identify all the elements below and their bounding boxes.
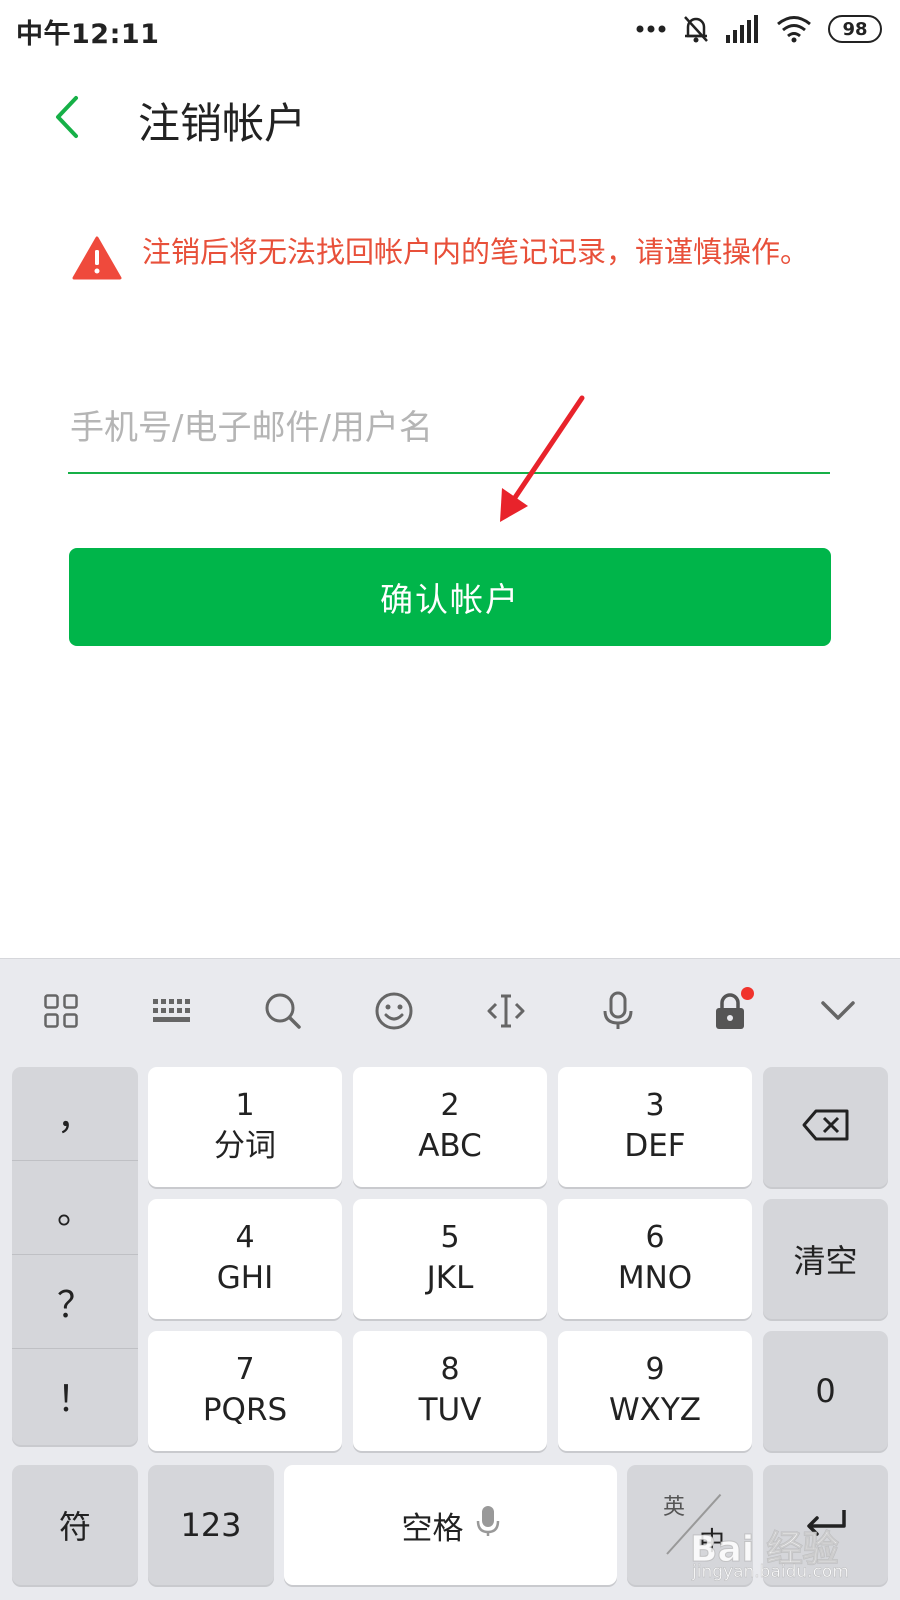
key-6[interactable]: 6 MNO (558, 1199, 752, 1319)
zero-label: 0 (815, 1372, 836, 1410)
emoji-icon[interactable] (364, 981, 424, 1041)
back-button[interactable] (40, 92, 94, 146)
signal-icon (726, 15, 760, 43)
key-7[interactable]: 7 PQRS (148, 1331, 342, 1451)
page-title: 注销帐户 (138, 99, 307, 148)
status-bar: 中午12:11 98 (0, 0, 900, 56)
key-1[interactable]: 1 分词 (148, 1067, 342, 1187)
key-number: 2 (440, 1088, 460, 1123)
lock-icon[interactable] (700, 981, 760, 1041)
punctuation-column: ， 。 ？ ！ (12, 1067, 138, 1445)
key-number: 6 (645, 1220, 665, 1255)
backspace-key[interactable] (763, 1067, 888, 1187)
keyboard-toolbar (0, 959, 900, 1065)
confirm-account-button[interactable]: 确认帐户 (69, 548, 831, 646)
key-number: 3 (645, 1088, 665, 1123)
num-mode-key[interactable]: 123 (148, 1465, 274, 1585)
key-letters: GHI (216, 1260, 274, 1296)
space-key-content: 空格 (402, 1503, 500, 1548)
symbol-label: 符 (58, 1508, 91, 1546)
key-number: 7 (235, 1352, 255, 1387)
symbol-key[interactable]: 符 (12, 1465, 138, 1585)
watermark-url: jingyan.baidu.com (692, 1562, 849, 1583)
warning-text: 注销后将无法找回帐户内的笔记记录，请谨慎操作。 (142, 235, 810, 269)
key-8[interactable]: 8 TUV (353, 1331, 547, 1451)
backspace-icon (802, 1109, 850, 1145)
battery-icon: 98 (828, 15, 882, 43)
punct-key-comma[interactable]: ， (12, 1067, 138, 1161)
header: 注销帐户 (0, 70, 900, 170)
keyboard: ， 。 ？ ！ 1 分词 2 ABC 3 DEF 4 GHI 5 JKL 6 M… (0, 958, 900, 1600)
lang-english-label: 英 (663, 1495, 686, 1520)
key-5[interactable]: 5 JKL (353, 1199, 547, 1319)
key-number: 9 (645, 1352, 665, 1387)
punct-key-period[interactable]: 。 (12, 1161, 138, 1255)
key-letters: PQRS (202, 1392, 288, 1428)
key-letters: TUV (418, 1392, 482, 1428)
key-2[interactable]: 2 ABC (353, 1067, 547, 1187)
search-icon[interactable] (253, 981, 313, 1041)
key-0[interactable]: 0 (763, 1331, 888, 1451)
clear-key[interactable]: 清空 (763, 1199, 888, 1319)
key-9[interactable]: 9 WXYZ (558, 1331, 752, 1451)
key-letters: WXYZ (608, 1392, 702, 1428)
microphone-icon (476, 1505, 500, 1545)
key-number: 8 (440, 1352, 460, 1387)
key-letters: MNO (617, 1260, 693, 1296)
key-letters: 分词 (214, 1128, 276, 1164)
status-time: 中午12:11 (16, 19, 160, 50)
wifi-icon (776, 15, 812, 43)
num-mode-label: 123 (180, 1506, 242, 1544)
grid-apps-icon[interactable] (31, 981, 91, 1041)
keyboard-icon[interactable] (141, 981, 201, 1041)
space-label: 空格 (401, 1510, 464, 1547)
key-number: 4 (235, 1220, 255, 1255)
mute-bell-icon (682, 14, 710, 44)
key-3[interactable]: 3 DEF (558, 1067, 752, 1187)
key-number: 1 (235, 1088, 255, 1123)
account-input[interactable] (68, 384, 830, 474)
notification-dot (741, 987, 754, 1000)
clear-label: 清空 (793, 1242, 858, 1280)
key-4[interactable]: 4 GHI (148, 1199, 342, 1319)
key-number: 5 (440, 1220, 460, 1255)
microphone-icon[interactable] (588, 981, 648, 1041)
chevron-left-icon (52, 95, 82, 143)
space-key[interactable]: 空格 (284, 1465, 617, 1585)
punct-key-question[interactable]: ？ (12, 1255, 138, 1349)
key-letters: ABC (418, 1128, 482, 1164)
more-dots-icon (636, 25, 666, 33)
cursor-move-icon[interactable] (476, 981, 536, 1041)
key-letters: JKL (426, 1260, 474, 1296)
punct-key-exclaim[interactable]: ！ (12, 1349, 138, 1443)
warning-triangle-icon (72, 236, 122, 284)
key-letters: DEF (624, 1128, 686, 1164)
collapse-chevron-icon[interactable] (808, 981, 868, 1041)
status-icons: 98 (636, 12, 882, 46)
